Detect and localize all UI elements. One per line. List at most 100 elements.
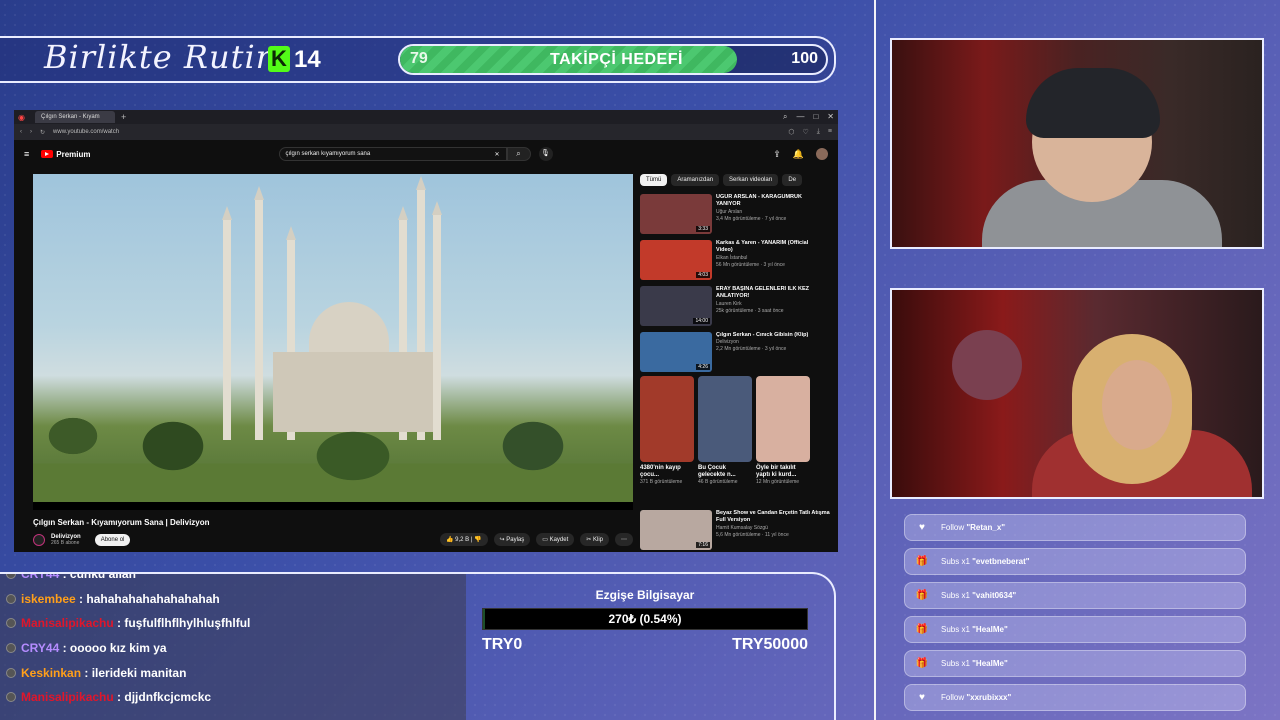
chat-message-body: ilerideki manitan [91, 665, 187, 680]
video-info: Karkas & Yaren - YANARIM (Official Video… [716, 240, 820, 282]
chat-panel: CRY44 : cunku allah iskembee : hahahahaha… [0, 574, 466, 720]
follower-goal-title: TAKİPÇİ HEDEFİ [550, 51, 683, 68]
search-tabs-icon[interactable]: ⌕ [783, 112, 787, 122]
donation-min: TRY0 [482, 636, 523, 653]
short-item[interactable]: Bu Çocuk gelecekte n... 46 B görüntüleme [698, 376, 752, 485]
list-item[interactable]: 3:33 UĞUR ARSLAN - KARAGÜMRÜK YANIYOR Uğur… [640, 194, 820, 236]
list-item[interactable]: 14:00 ERAY BAŞINA GELENLERİ İLK KEZ ANLAT… [640, 286, 820, 328]
short-title: Öyle bir takılıt yaptı ki kurd... [756, 465, 797, 479]
clip-label: Klip [592, 537, 603, 543]
bookmark-icon[interactable]: ♡ [803, 128, 809, 136]
chip-more[interactable]: De [782, 174, 803, 186]
maximize-icon[interactable]: □ [813, 112, 818, 122]
download-icon[interactable]: ⤓ [817, 128, 820, 136]
youtube-search-input[interactable]: çılgın serkan kıyamıyorum sana ✕ [278, 147, 507, 161]
share-label: Paylaş [506, 537, 525, 543]
video-player[interactable] [33, 174, 633, 510]
chat-username[interactable]: CRY44 [21, 641, 59, 655]
clear-search-icon[interactable]: ✕ [494, 151, 499, 158]
short-thumbnail [698, 376, 752, 462]
menu-icon[interactable]: ≡ [828, 128, 832, 136]
forward-icon[interactable]: › [30, 129, 32, 135]
chat-username[interactable]: CRY44 [21, 574, 59, 581]
channel-subscribers: 265 B abone [51, 539, 80, 546]
chip-all[interactable]: Tümü [640, 174, 668, 186]
gift-icon: 🎁 [915, 658, 929, 669]
list-item[interactable]: 4:03 Karkas & Yaren - YANARIM (Official V… [640, 240, 820, 282]
chip-from-search[interactable]: Aramanızdan [671, 174, 720, 186]
more-icon[interactable]: ⋯ [615, 533, 633, 546]
webcam-male [890, 38, 1264, 249]
window-controls: ⌕ — □ ✕ [783, 112, 834, 122]
avatar[interactable] [816, 148, 828, 160]
new-tab-icon[interactable]: + [121, 112, 126, 122]
like-button[interactable]: 👍 9,2 B | 👎 [440, 533, 488, 546]
minimize-icon[interactable]: — [796, 112, 804, 122]
upload-icon[interactable]: ⇪ [773, 149, 781, 160]
short-views: 371 B görüntüleme [640, 479, 683, 486]
share-button[interactable]: ↪ Paylaş [493, 533, 531, 546]
list-item[interactable]: 7:16 Beyaz Show ve Candan Erçetin Tatlı … [640, 510, 838, 552]
video-thumbnail: 4:26 [640, 332, 712, 372]
address-bar: ‹ › ↻ www.youtube.com/watch ⬡ ♡ ⤓ ≡ [14, 124, 838, 140]
donation-title: Ezgişe Bilgisayar [595, 588, 695, 602]
subscribe-button[interactable]: Abone ol [94, 533, 131, 546]
video-actions: 👍 9,2 B | 👎 ↪ Paylaş ▭ Kaydet ✂ Klip ⋯ [440, 533, 633, 546]
short-item[interactable]: Öyle bir takılıt yaptı ki kurd... 12 Mn g… [756, 376, 810, 485]
alert-text: Subs x1 [941, 659, 970, 668]
alert-item: 🎁 Subs x1 "evetbneberat" [904, 548, 1246, 575]
short-views: 46 B görüntüleme [698, 479, 738, 486]
chat-username[interactable]: Manisalipikachu [21, 690, 114, 704]
video-duration: 4:26 [696, 364, 710, 370]
youtube-logo[interactable]: Premium [41, 149, 91, 159]
kick-logo-icon: K [268, 46, 290, 72]
video-duration: 7:16 [696, 542, 710, 548]
chat-username[interactable]: Manisalipikachu [21, 616, 114, 630]
chat-text: : cunku allah [59, 574, 136, 581]
video-meta: 3,4 Mn görüntüleme · 7 yıl önce [716, 215, 787, 222]
youtube-play-icon [41, 150, 54, 158]
video-thumbnail: 4:03 [640, 240, 712, 280]
browser-tab[interactable]: Çılgın Serkan - Kıyam [34, 111, 115, 123]
short-thumbnail [756, 376, 810, 462]
person-hair [1026, 68, 1160, 138]
extension-icon[interactable]: ⬡ [788, 128, 794, 136]
chat-username[interactable]: Keskinkan [21, 666, 81, 680]
gift-icon: 🎁 [915, 556, 929, 567]
tab-bar: ◉ Çılgın Serkan - Kıyam + ⌕ — □ ✕ [14, 110, 838, 124]
channel-avatar[interactable] [33, 533, 45, 546]
alert-item: ♥ Follow "Retan_x" [904, 514, 1246, 541]
back-icon[interactable]: ‹ [20, 129, 22, 135]
vertical-divider [874, 0, 876, 720]
video-channel: Lauren Kirk [716, 300, 742, 307]
alert-text: Follow [941, 523, 965, 532]
chat-message-body: hahahahahahahahahah [86, 591, 220, 606]
follower-goal-bar: 79 TAKİPÇİ HEDEFİ 100 [398, 44, 828, 75]
channel-name[interactable]: Delivizyon [51, 534, 81, 540]
search-query: çılgın serkan kıyamıyorum sana [285, 151, 371, 157]
youtube-logo-text: Premium [56, 149, 91, 159]
gift-icon: 🎁 [915, 624, 929, 635]
alert-username: "HealMe" [972, 659, 1008, 668]
microphone-icon[interactable]: 🎙 [538, 147, 553, 161]
video-title: Çılgın Serkan - Kıyamıyorum Sana | Deliv… [33, 518, 210, 527]
chat-username[interactable]: iskembee [21, 592, 76, 606]
notification-bell-icon[interactable]: 🔔 [793, 149, 804, 160]
save-button[interactable]: ▭ Kaydet [536, 533, 575, 546]
chat-text: : hahahahahahahahahah [75, 591, 220, 606]
search-icon[interactable]: ⌕ [506, 147, 531, 161]
reload-icon[interactable]: ↻ [40, 129, 45, 136]
alert-item: 🎁 Subs x1 "HealMe" [904, 616, 1246, 643]
url-field[interactable]: www.youtube.com/watch [53, 129, 119, 135]
alert-item: 🎁 Subs x1 "vahit0634" [904, 582, 1246, 609]
chip-serkan-videos[interactable]: Serkan videoları [723, 174, 779, 186]
chat-message-body: ooooo kız kim ya [69, 641, 167, 656]
list-item[interactable]: 4:26 Çılgın Serkan - Cınıck Gibisin (Klip… [640, 332, 820, 374]
kick-viewer-count: 14 [294, 46, 321, 73]
hamburger-menu-icon[interactable]: ≡ [24, 149, 29, 159]
video-duration: 3:33 [696, 226, 710, 232]
close-icon[interactable]: ✕ [827, 112, 834, 122]
clip-button[interactable]: ✂ Klip [580, 533, 609, 546]
video-controls-bar[interactable] [33, 502, 633, 510]
short-item[interactable]: 4380'nin kayıp çocu... 371 B görüntüleme [640, 376, 694, 485]
